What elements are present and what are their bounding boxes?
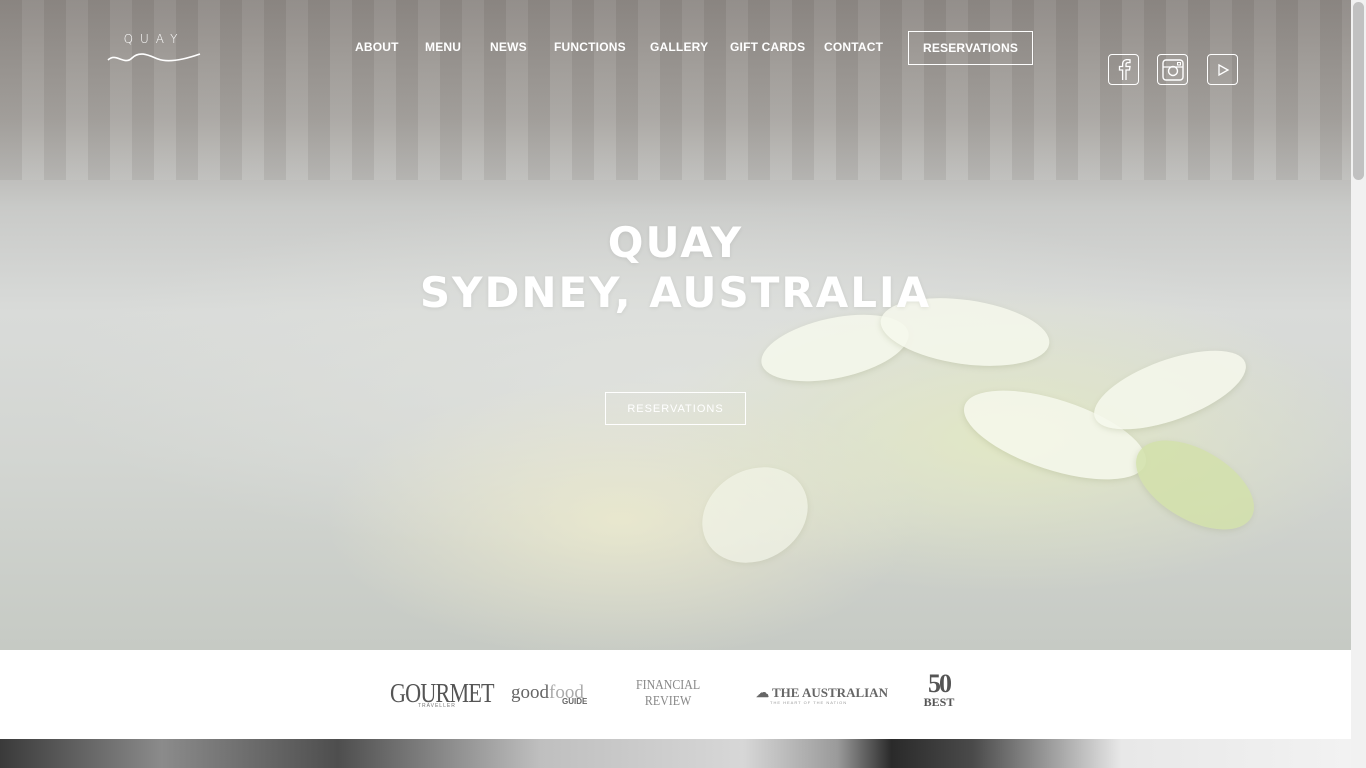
facebook-link[interactable] (1108, 54, 1139, 85)
youtube-icon (1217, 63, 1229, 76)
the-australian-logo: ☁ THE AUSTRALIAN (756, 685, 888, 701)
logo-text: QUAY (123, 32, 185, 46)
facebook-icon (1118, 58, 1131, 80)
nav-about[interactable]: ABOUT (355, 40, 399, 54)
quay-logo[interactable]: QUAY (106, 32, 202, 68)
nav-contact[interactable]: CONTACT (824, 40, 883, 54)
australian-word: THE AUSTRALIAN (772, 685, 888, 700)
hero-subtitle: SYDNEY, AUSTRALIA (419, 268, 932, 317)
nav-gift-cards[interactable]: GIFT CARDS (730, 40, 805, 54)
youtube-link[interactable] (1207, 54, 1238, 85)
the-australian-tagline: THE HEART OF THE NATION (770, 700, 848, 705)
nav-gallery[interactable]: GALLERY (650, 40, 708, 54)
fifty-best-word: BEST (923, 695, 955, 709)
instagram-link[interactable] (1157, 54, 1188, 85)
nav-news[interactable]: NEWS (490, 40, 527, 54)
food-flake (1121, 422, 1269, 548)
logo-wave-icon (107, 53, 201, 62)
reservations-nav-button[interactable]: RESERVATIONS (908, 31, 1033, 65)
fifty-number: 50 (928, 669, 952, 698)
nav-menu[interactable]: MENU (425, 40, 461, 54)
press-logos-bar: GOURMET goodfood FINANCIAL REVIEW ☁ THE A… (0, 650, 1351, 739)
financial-word: FINANCIAL (636, 678, 701, 693)
australian-emblem-icon: ☁ (756, 685, 773, 700)
page-scrollbar[interactable] (1351, 0, 1366, 768)
scrollbar-thumb[interactable] (1353, 2, 1364, 180)
nav-functions[interactable]: FUNCTIONS (554, 40, 626, 54)
reservations-hero-button[interactable]: RESERVATIONS (605, 392, 746, 425)
review-word: REVIEW (644, 694, 692, 709)
instagram-icon (1161, 58, 1184, 81)
worlds-50-best-logo: 50 BEST (922, 669, 956, 718)
goodfood-word-good: good (511, 682, 549, 703)
hero-banner (0, 0, 1351, 650)
good-food-guide-word: GUIDE (562, 697, 588, 706)
financial-review-logo: FINANCIAL REVIEW (636, 678, 700, 710)
next-section-image (0, 739, 1351, 768)
hero-title: QUAY (607, 218, 744, 267)
food-flake (684, 448, 826, 582)
gourmet-traveller-sub: TRAVELLER (418, 703, 456, 709)
